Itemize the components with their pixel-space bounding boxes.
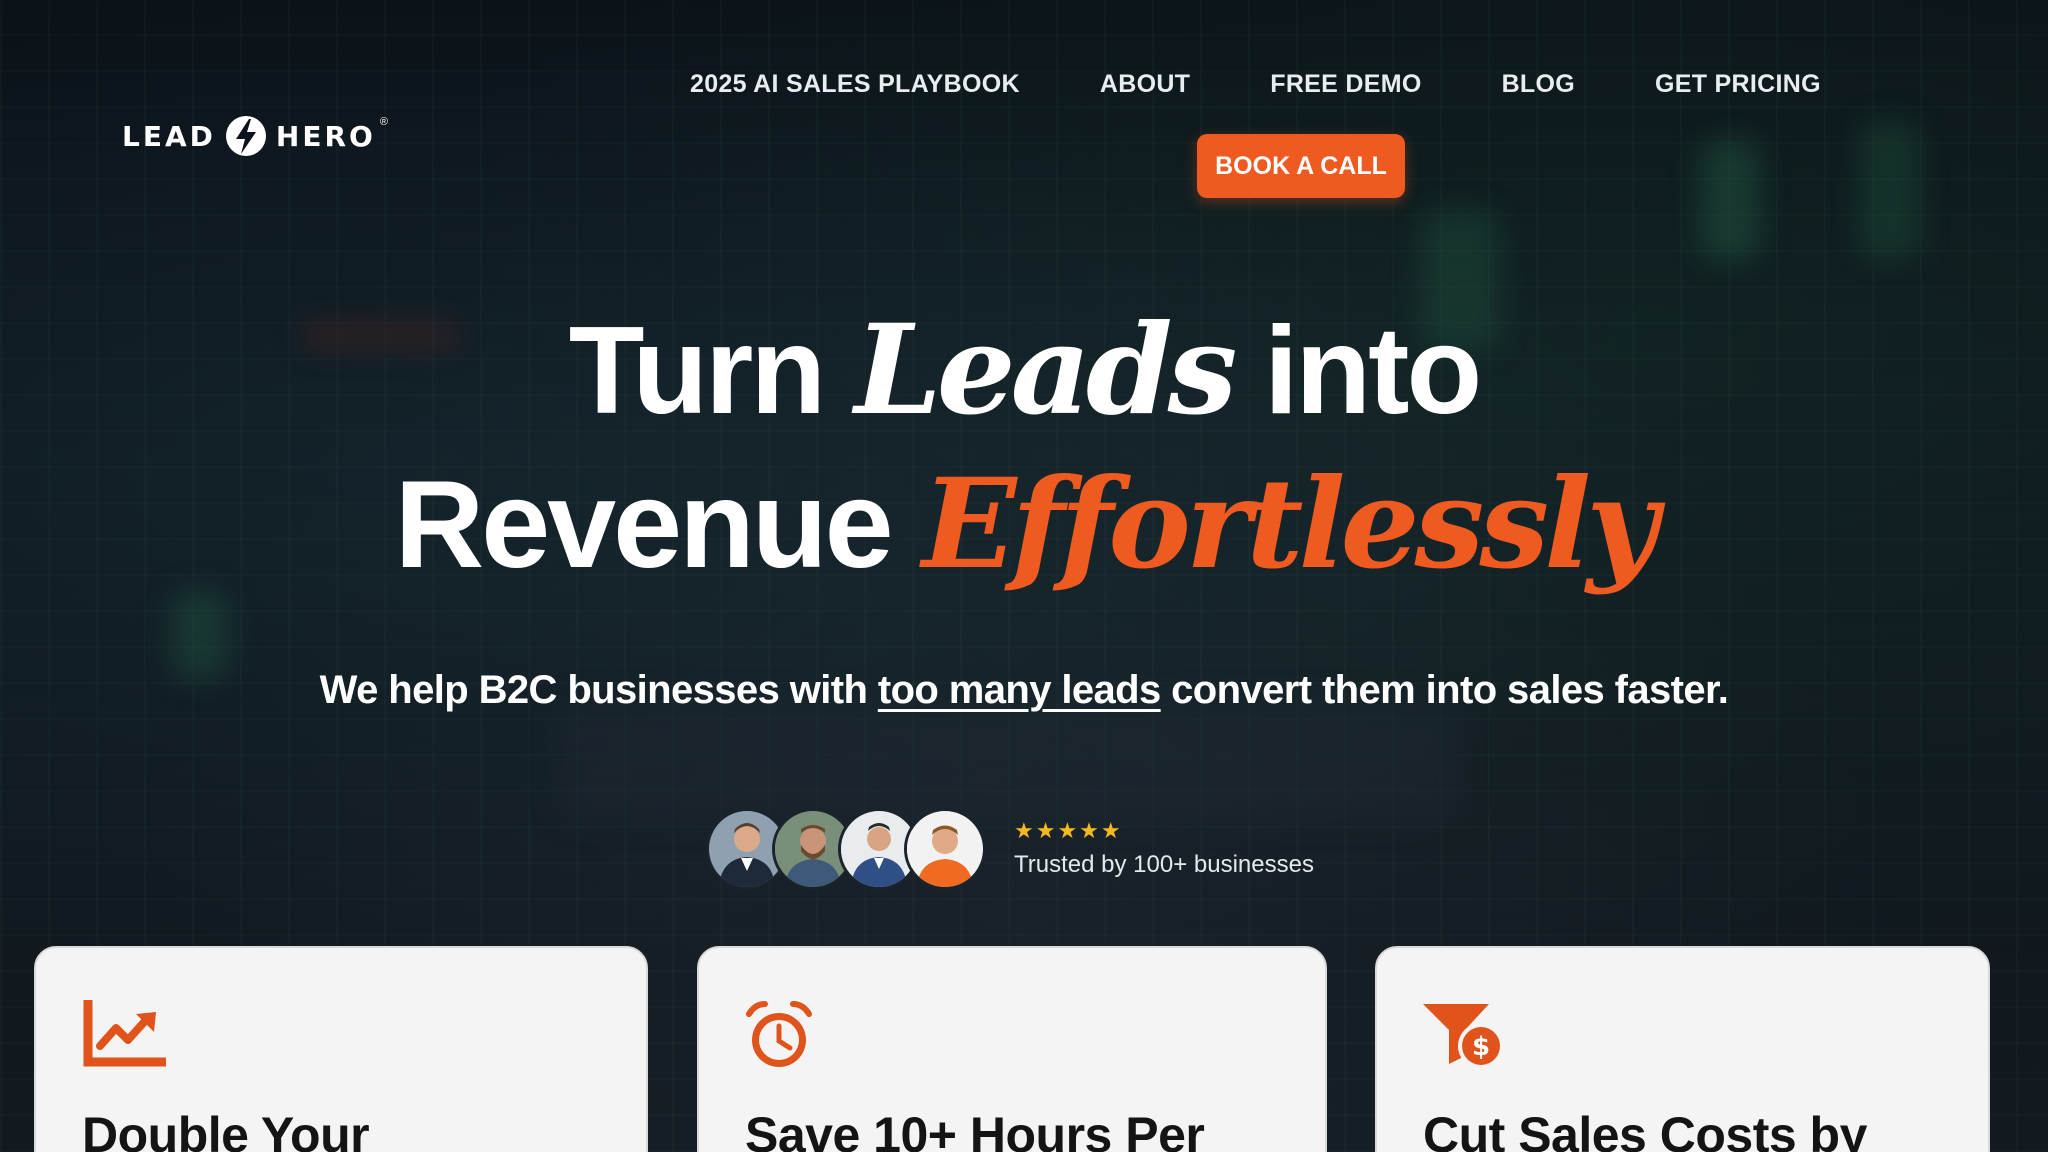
trending-up-chart-icon: [83, 1000, 166, 1067]
nav-item-ai-sales-playbook[interactable]: 2025 AI SALES PLAYBOOK: [690, 70, 1020, 99]
benefit-card[interactable]: $ Cut Sales Costs by: [1375, 946, 1990, 1152]
hero-headline-line-2: Revenue Effortlessly: [0, 450, 2048, 600]
nav-item-about[interactable]: ABOUT: [1100, 70, 1190, 99]
nav-item-free-demo[interactable]: FREE DEMO: [1270, 70, 1421, 99]
headline-emphasis-leads: Leads: [854, 298, 1238, 443]
hero-headline-line-1: Turn Leads into: [0, 296, 2048, 446]
site-logo[interactable]: LEAD HERO ®: [122, 114, 388, 158]
hero-subheadline: We help B2C businesses with too many lea…: [0, 668, 2048, 713]
customer-avatars: [706, 808, 986, 890]
main-nav: 2025 AI SALES PLAYBOOK ABOUT FREE DEMO B…: [690, 70, 1880, 99]
book-a-call-button[interactable]: BOOK A CALL: [1197, 134, 1405, 198]
benefit-card[interactable]: Save 10+ Hours Per: [697, 946, 1327, 1152]
subheadline-text: We help B2C businesses with: [319, 668, 878, 712]
headline-text: Revenue: [394, 456, 923, 594]
background-glow: [170, 590, 230, 680]
too-many-leads-link[interactable]: too many leads: [878, 668, 1161, 712]
background-glow: [1860, 120, 1920, 260]
landing-page: LEAD HERO ® 2025 AI SALES PLAYBOOK ABOUT…: [0, 0, 2048, 1152]
social-proof: ★★★★★ Trusted by 100+ businesses: [706, 808, 1314, 890]
funnel-dollar-icon: $: [1423, 1004, 1504, 1069]
background-glow: [1700, 140, 1760, 260]
headline-emphasis-effortlessly: Effortlessly: [922, 452, 1658, 597]
lightning-bolt-icon: [225, 116, 266, 156]
svg-text:$: $: [1472, 1032, 1490, 1062]
card-title: Save 10+ Hours Per: [745, 1107, 1205, 1152]
alarm-clock-icon: [746, 1001, 812, 1067]
rating-stars-icon: ★★★★★: [1014, 818, 1123, 843]
headline-text: Turn: [568, 302, 855, 440]
avatar: [904, 808, 986, 890]
nav-item-blog[interactable]: BLOG: [1502, 70, 1575, 99]
card-title: Cut Sales Costs by: [1423, 1107, 1867, 1152]
nav-item-get-pricing[interactable]: GET PRICING: [1655, 70, 1821, 99]
benefit-card[interactable]: Double Your: [34, 946, 648, 1152]
logo-text-lead: LEAD: [122, 119, 216, 153]
logo-text-hero: HERO: [275, 119, 376, 153]
card-title: Double Your: [82, 1107, 370, 1152]
trusted-by-text: Trusted by 100+ businesses: [1014, 851, 1314, 878]
background-glow: [560, 700, 1460, 820]
registered-mark: ®: [379, 116, 388, 128]
subheadline-text: convert them into sales faster.: [1160, 668, 1729, 712]
headline-text: into: [1232, 302, 1482, 440]
proof-text: ★★★★★ Trusted by 100+ businesses: [1014, 819, 1314, 879]
